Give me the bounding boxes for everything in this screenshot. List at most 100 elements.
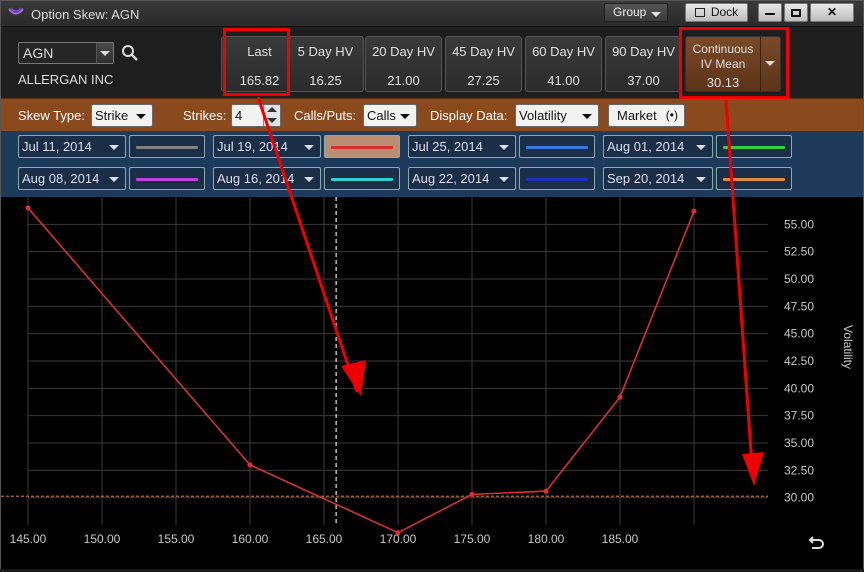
x-tick-label: 185.00 xyxy=(602,532,639,546)
series-color-swatch[interactable] xyxy=(324,135,400,158)
x-tick-label: 160.00 xyxy=(232,532,269,546)
x-tick-label: 155.00 xyxy=(158,532,195,546)
stat-90day-hv: 90 Day HV 37.00 xyxy=(605,36,682,92)
y-tick-label: 30.00 xyxy=(784,491,814,505)
reset-zoom-icon[interactable] xyxy=(807,533,827,553)
chevron-down-icon xyxy=(100,51,110,56)
dock-label: Dock xyxy=(710,5,739,19)
x-tick-label: 145.00 xyxy=(10,532,47,546)
y-tick-label: 55.00 xyxy=(784,217,814,231)
series-color-swatch[interactable] xyxy=(324,167,400,190)
display-data-select[interactable]: Volatility xyxy=(515,104,599,127)
series-color-swatch[interactable] xyxy=(716,167,792,190)
swatch-line xyxy=(136,178,198,181)
expiration-date: Jul 25, 2014 xyxy=(412,139,483,154)
strikes-stepper[interactable]: 4 xyxy=(231,104,281,127)
expiration-date: Aug 01, 2014 xyxy=(607,139,685,154)
expiration-select[interactable]: Aug 22, 2014 xyxy=(408,167,516,190)
skew-chart[interactable]: 145.00 150.00 155.00 160.00 165.00 170.00 175.… xyxy=(1,197,863,569)
close-button[interactable]: ✕ xyxy=(810,3,854,22)
search-icon[interactable] xyxy=(121,44,139,62)
expiration-select[interactable]: Jul 11, 2014 xyxy=(18,135,126,158)
chevron-down-icon xyxy=(651,12,661,17)
symbol-dropdown-button[interactable] xyxy=(96,43,113,63)
y-tick-label: 37.50 xyxy=(784,409,814,423)
strikes-spinner[interactable] xyxy=(263,105,280,126)
x-tick-label: 150.00 xyxy=(84,532,121,546)
expiration-date: Aug 16, 2014 xyxy=(217,171,295,186)
swatch-line xyxy=(136,146,198,149)
dock-icon xyxy=(694,8,705,17)
minimize-icon xyxy=(765,13,775,15)
chevron-down-icon[interactable] xyxy=(267,118,277,123)
calls-puts-select[interactable]: Calls xyxy=(363,104,417,127)
data-point xyxy=(691,208,697,214)
chevron-down-icon xyxy=(696,145,706,150)
series-color-swatch[interactable] xyxy=(716,135,792,158)
expiration-date: Jul 11, 2014 xyxy=(22,139,92,154)
chevron-down-icon xyxy=(109,145,119,150)
display-data-value: Volatility xyxy=(519,108,567,123)
swatch-line xyxy=(526,146,588,149)
stat-label: 60 Day HV xyxy=(532,44,595,59)
expiration-select[interactable]: Jul 19, 2014 xyxy=(213,135,321,158)
expiration-select[interactable]: Jul 25, 2014 xyxy=(408,135,516,158)
app-logo-icon xyxy=(8,7,24,15)
chevron-down-icon xyxy=(304,145,314,150)
skew-type-value: Strike xyxy=(95,108,129,123)
y-tick-label: 40.00 xyxy=(784,381,814,395)
series-color-swatch[interactable] xyxy=(519,167,595,190)
data-point xyxy=(395,530,401,536)
swatch-line xyxy=(723,146,785,149)
calls-puts-label: Calls/Puts: xyxy=(294,108,357,123)
stat-value: 16.25 xyxy=(309,73,342,88)
expiration-date: Aug 22, 2014 xyxy=(412,171,490,186)
display-data-label: Display Data: xyxy=(430,108,508,123)
series-color-swatch[interactable] xyxy=(519,135,595,158)
expiration-date: Sep 20, 2014 xyxy=(607,171,685,186)
dock-button[interactable]: Dock xyxy=(685,3,748,22)
market-button[interactable]: Market (•) xyxy=(608,104,685,127)
stat-60day-hv: 60 Day HV 41.00 xyxy=(525,36,602,92)
y-axis-label: Volatility xyxy=(841,325,855,369)
data-point xyxy=(25,205,31,211)
title-bar[interactable]: Option Skew: AGN Group Dock ✕ xyxy=(1,1,863,27)
expiration-select[interactable]: Sep 20, 2014 xyxy=(603,167,713,190)
skew-type-select[interactable]: Strike xyxy=(91,104,153,127)
symbol-input[interactable]: AGN xyxy=(18,42,114,64)
series-color-swatch[interactable] xyxy=(129,135,205,158)
group-button[interactable]: Group xyxy=(604,3,668,22)
data-point xyxy=(469,491,475,497)
minimize-button[interactable] xyxy=(758,3,782,22)
maximize-button[interactable] xyxy=(784,3,808,22)
series-color-swatch[interactable] xyxy=(129,167,205,190)
company-name: ALLERGAN INC xyxy=(18,72,114,87)
data-point xyxy=(543,488,549,494)
stat-20day-hv: 20 Day HV 21.00 xyxy=(365,36,442,92)
y-tick-label: 47.50 xyxy=(784,299,814,313)
chevron-down-icon xyxy=(400,114,410,119)
y-tick-label: 52.50 xyxy=(784,245,814,259)
expiration-panel: Jul 11, 2014 Jul 19, 2014 Jul 25, 2014 A… xyxy=(1,131,863,197)
skew-type-label: Skew Type: xyxy=(18,108,85,123)
y-tick-label: 50.00 xyxy=(784,272,814,286)
x-tick-label: 175.00 xyxy=(454,532,491,546)
expiration-select[interactable]: Aug 08, 2014 xyxy=(18,167,126,190)
chevron-down-icon xyxy=(696,177,706,182)
window-title: Option Skew: AGN xyxy=(31,7,140,22)
strikes-value: 4 xyxy=(235,108,243,123)
expiration-select[interactable]: Aug 01, 2014 xyxy=(603,135,713,158)
chart-svg: 145.00 150.00 155.00 160.00 165.00 170.00 175.… xyxy=(1,197,855,546)
market-label: Market xyxy=(617,108,657,123)
expiration-select[interactable]: Aug 16, 2014 xyxy=(213,167,321,190)
chevron-down-icon xyxy=(109,177,119,182)
highlight-iv-mean-box xyxy=(679,27,789,99)
stat-value: 27.25 xyxy=(467,73,500,88)
chevron-down-icon xyxy=(499,145,509,150)
stat-45day-hv: 45 Day HV 27.25 xyxy=(445,36,522,92)
chevron-up-icon[interactable] xyxy=(267,107,277,112)
stat-label: 90 Day HV xyxy=(612,44,675,59)
y-tick-label: 42.50 xyxy=(784,354,814,368)
y-tick-label: 45.00 xyxy=(784,327,814,341)
data-point xyxy=(247,462,253,468)
